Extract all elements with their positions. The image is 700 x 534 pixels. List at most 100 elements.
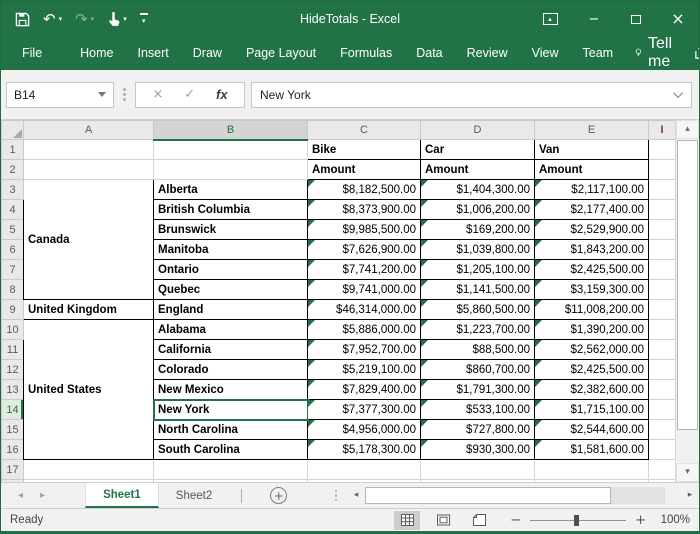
cell-i[interactable] <box>649 400 676 420</box>
amount-cell[interactable]: $88,500.00 <box>421 340 535 360</box>
amount-cell[interactable]: $5,860,500.00 <box>421 300 535 320</box>
column-header-b-selected[interactable]: B <box>154 121 308 140</box>
column-header-i[interactable]: I <box>649 121 676 140</box>
next-sheet-button[interactable]: ▸ <box>40 491 45 501</box>
vertical-scrollbar-track[interactable] <box>676 430 699 463</box>
row-header[interactable]: 10 <box>2 320 24 340</box>
cell-a1[interactable] <box>24 140 154 160</box>
amount-cell[interactable]: $7,829,400.00 <box>308 380 421 400</box>
region-cell[interactable]: South Carolina <box>154 440 308 460</box>
cell-a2[interactable] <box>24 160 154 180</box>
row-header[interactable]: 8 <box>2 280 24 300</box>
insert-function-button[interactable]: fx <box>216 87 228 102</box>
amount-cell[interactable]: $7,626,900.00 <box>308 240 421 260</box>
zoom-slider-thumb[interactable] <box>574 515 579 526</box>
tab-insert[interactable]: Insert <box>126 39 181 67</box>
row-header[interactable]: 9 <box>2 300 24 320</box>
name-box-dropdown-icon[interactable] <box>98 92 106 97</box>
amount-cell[interactable]: $9,985,500.00 <box>308 220 421 240</box>
touch-mode-button[interactable]: ▾ <box>107 12 127 27</box>
amount-cell[interactable]: $1,006,200.00 <box>421 200 535 220</box>
tab-home[interactable]: Home <box>68 39 125 67</box>
minimize-button[interactable]: − <box>573 1 615 37</box>
cell-d2-amount[interactable]: Amount <box>421 160 535 180</box>
amount-cell[interactable]: $1,791,300.00 <box>421 380 535 400</box>
select-all-corner[interactable] <box>2 121 24 140</box>
amount-cell[interactable]: $2,425,500.00 <box>535 260 649 280</box>
sheet-tab-sheet1[interactable]: Sheet1 <box>85 483 159 508</box>
country-cell-united-states[interactable]: United States <box>24 320 154 460</box>
amount-cell[interactable]: $860,700.00 <box>421 360 535 380</box>
cell-c17[interactable] <box>308 460 421 480</box>
amount-cell[interactable]: $2,562,000.00 <box>535 340 649 360</box>
amount-cell[interactable]: $169,200.00 <box>421 220 535 240</box>
row-header-14-selected[interactable]: 14 <box>2 400 24 420</box>
normal-view-button[interactable] <box>394 511 420 530</box>
confirm-entry-button[interactable]: ✓ <box>184 88 195 101</box>
undo-dropdown-caret-icon[interactable]: ▾ <box>59 16 63 23</box>
cell-i[interactable] <box>649 380 676 400</box>
amount-cell[interactable]: $9,741,000.00 <box>308 280 421 300</box>
cell-i[interactable] <box>649 340 676 360</box>
share-button[interactable] <box>687 45 700 60</box>
cell-i[interactable] <box>649 200 676 220</box>
formula-input[interactable]: New York <box>251 82 692 108</box>
scroll-up-button[interactable]: ▴ <box>676 120 699 139</box>
redo-dropdown-caret-icon[interactable]: ▾ <box>91 16 95 23</box>
redo-button[interactable]: ↷ ▾ <box>75 12 94 27</box>
region-cell[interactable]: Quebec <box>154 280 308 300</box>
horizontal-scrollbar[interactable] <box>365 487 665 504</box>
amount-cell[interactable]: $2,544,600.00 <box>535 420 649 440</box>
region-cell[interactable]: British Columbia <box>154 200 308 220</box>
tab-file[interactable]: File <box>10 39 54 67</box>
row-header[interactable]: 12 <box>2 360 24 380</box>
cell-d17[interactable] <box>421 460 535 480</box>
cell-i[interactable] <box>649 280 676 300</box>
amount-cell[interactable]: $2,425,500.00 <box>535 360 649 380</box>
column-header-e[interactable]: E <box>535 121 649 140</box>
zoom-out-button[interactable]: − <box>510 514 521 527</box>
cell-i[interactable] <box>649 180 676 200</box>
region-cell[interactable]: California <box>154 340 308 360</box>
amount-cell[interactable]: $727,800.00 <box>421 420 535 440</box>
column-header-d[interactable]: D <box>421 121 535 140</box>
cell-c1-bike[interactable]: Bike <box>308 140 421 160</box>
amount-cell[interactable]: $1,390,200.00 <box>535 320 649 340</box>
amount-cell[interactable]: $2,382,600.00 <box>535 380 649 400</box>
amount-cell[interactable]: $4,956,000.00 <box>308 420 421 440</box>
previous-sheet-button[interactable]: ◂ <box>18 491 23 501</box>
row-header[interactable]: 15 <box>2 420 24 440</box>
page-break-preview-button[interactable] <box>466 511 492 530</box>
amount-cell[interactable]: $1,141,500.00 <box>421 280 535 300</box>
row-header[interactable]: 16 <box>2 440 24 460</box>
name-box[interactable]: B14 <box>6 82 114 108</box>
row-header[interactable]: 7 <box>2 260 24 280</box>
scroll-left-button[interactable]: ◂ <box>347 483 365 508</box>
cell-b1[interactable] <box>154 140 308 160</box>
amount-cell[interactable]: $1,039,800.00 <box>421 240 535 260</box>
cell-c2-amount[interactable]: Amount <box>308 160 421 180</box>
amount-cell[interactable]: $5,886,000.00 <box>308 320 421 340</box>
amount-cell[interactable]: $11,008,200.00 <box>535 300 649 320</box>
tab-bar-resize-handle[interactable] <box>335 490 338 502</box>
cell-i[interactable] <box>649 420 676 440</box>
cancel-entry-button[interactable]: × <box>152 88 163 101</box>
amount-cell[interactable]: $1,581,600.00 <box>535 440 649 460</box>
ribbon-display-options-button[interactable]: ▴ <box>527 1 573 37</box>
row-header[interactable]: 6 <box>2 240 24 260</box>
tab-page-layout[interactable]: Page Layout <box>234 39 328 67</box>
cell-b17[interactable] <box>154 460 308 480</box>
tab-team[interactable]: Team <box>571 39 626 67</box>
cell-i[interactable] <box>649 260 676 280</box>
amount-cell[interactable]: $1,404,300.00 <box>421 180 535 200</box>
row-header[interactable]: 4 <box>2 200 24 220</box>
cell-i17[interactable] <box>649 460 676 480</box>
sheet-tab-sheet2[interactable]: Sheet2 <box>159 483 229 508</box>
cell-d1-car[interactable]: Car <box>421 140 535 160</box>
amount-cell[interactable]: $3,159,300.00 <box>535 280 649 300</box>
page-layout-view-button[interactable] <box>430 511 456 530</box>
scroll-right-button[interactable]: ▸ <box>681 483 699 508</box>
row-header-17[interactable]: 17 <box>2 460 24 480</box>
region-cell[interactable]: Alabama <box>154 320 308 340</box>
scroll-down-button[interactable]: ▾ <box>676 463 699 482</box>
